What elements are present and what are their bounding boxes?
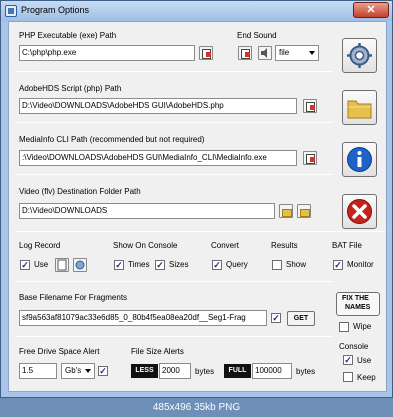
program-options-window: Program Options ✕ PHP Executable (exe) P… [0, 0, 393, 398]
mediainfo-browse-icon[interactable] [303, 151, 317, 165]
sizes-label: Sizes [169, 260, 189, 269]
mediainfo-path-input[interactable]: :\Video\DOWNLOADS\AdobeHDS GUI\MediaInfo… [19, 150, 297, 166]
less-unit-label: bytes [195, 367, 215, 376]
separator [15, 281, 333, 282]
show-on-console-label: Show On Console [113, 241, 178, 250]
mediainfo-path-label: MediaInfo CLI Path (recommended but not … [19, 135, 205, 144]
console-label: Console [339, 342, 369, 351]
query-checkbox[interactable]: ✓ [212, 260, 222, 270]
settings-button[interactable] [342, 38, 377, 73]
end-sound-label: End Sound [237, 31, 277, 40]
log-file-icon[interactable] [55, 258, 69, 272]
fix-names-button[interactable]: FIX THE NAMES [336, 292, 380, 316]
monitor-label: Monitor [347, 260, 374, 269]
base-filename-checkbox[interactable]: ✓ [271, 313, 281, 323]
console-keep-label: Keep [357, 373, 376, 382]
drive-unit-value: Gb's [65, 366, 82, 375]
full-badge: FULL [224, 364, 251, 378]
results-label: Results [271, 241, 298, 250]
less-badge: LESS [131, 364, 158, 378]
times-checkbox[interactable]: ✓ [114, 260, 124, 270]
cancel-button[interactable] [342, 194, 377, 229]
log-use-checkbox[interactable]: ✓ [20, 260, 30, 270]
console-use-label: Use [357, 356, 372, 365]
base-filename-label: Base Filename For Fragments [19, 293, 128, 302]
full-unit-label: bytes [296, 367, 316, 376]
separator [15, 231, 385, 232]
drive-unit-select[interactable]: Gb's [61, 363, 95, 379]
php-path-input[interactable]: C:\php\php.exe [19, 45, 195, 61]
separator [15, 336, 333, 337]
file-size-label: File Size Alerts [131, 347, 184, 356]
separator [15, 122, 333, 123]
log-use-label: Use [34, 260, 49, 269]
convert-label: Convert [211, 241, 240, 250]
close-icon [347, 199, 372, 224]
query-label: Query [226, 260, 248, 269]
fix-names-line2: NAMES [345, 304, 371, 311]
separator [15, 71, 333, 72]
php-path-label: PHP Executable (exe) Path [19, 31, 117, 40]
free-drive-checkbox[interactable]: ✓ [98, 366, 108, 376]
info-icon [347, 147, 372, 172]
chevron-down-icon [85, 369, 91, 373]
info-button[interactable] [342, 142, 377, 177]
console-keep-checkbox[interactable] [343, 372, 353, 382]
end-sound-select[interactable]: file [275, 45, 319, 61]
results-show-checkbox[interactable] [272, 260, 282, 270]
adobehds-path-input[interactable]: D:\Video\DOWNLOADS\AdobeHDS GUI\AdobeHDS… [19, 98, 297, 114]
less-value-input[interactable]: 2000 [159, 363, 191, 379]
folder-browse-icon[interactable] [279, 204, 293, 218]
title-bar: Program Options ✕ [1, 1, 392, 21]
folder-open-icon[interactable] [297, 204, 311, 218]
open-folder-button[interactable] [342, 90, 377, 125]
window-title: Program Options [21, 5, 90, 15]
get-button[interactable]: GET [287, 311, 315, 326]
destination-path-input[interactable]: D:\Video\DOWNLOADS [19, 203, 275, 219]
full-value-input[interactable]: 100000 [252, 363, 292, 379]
sound-browse-icon[interactable] [238, 46, 252, 60]
php-browse-icon[interactable] [199, 46, 213, 60]
monitor-checkbox[interactable]: ✓ [333, 260, 343, 270]
gear-icon [347, 43, 372, 68]
sizes-checkbox[interactable]: ✓ [155, 260, 165, 270]
times-label: Times [128, 260, 150, 269]
console-use-checkbox[interactable]: ✓ [343, 355, 353, 365]
log-view-icon[interactable] [73, 258, 87, 272]
wipe-checkbox[interactable] [339, 322, 349, 332]
options-panel: PHP Executable (exe) Path C:\php\php.exe… [8, 21, 387, 392]
adobehds-path-label: AdobeHDS Script (php) Path [19, 84, 122, 93]
image-info-bar: 485x496 35kb PNG [0, 398, 393, 417]
destination-path-label: Video (flv) Destination Folder Path [19, 187, 141, 196]
separator [15, 174, 333, 175]
window-close-button[interactable]: ✕ [353, 2, 389, 18]
free-drive-label: Free Drive Space Alert [19, 347, 100, 356]
fix-names-line1: FIX THE [342, 295, 369, 302]
log-record-label: Log Record [19, 241, 61, 250]
wipe-label: Wipe [353, 322, 372, 331]
base-filename-input[interactable]: sf9a563af81079ac33e6d85_0_80b4f5ea08ea20… [19, 310, 267, 326]
free-drive-input[interactable]: 1.5 [19, 363, 57, 379]
speaker-icon[interactable] [258, 46, 272, 60]
folder-icon [347, 100, 372, 119]
adobehds-browse-icon[interactable] [303, 99, 317, 113]
results-show-label: Show [286, 260, 307, 269]
end-sound-select-value: file [279, 48, 290, 57]
app-icon [5, 5, 17, 17]
chevron-down-icon [309, 51, 315, 55]
bat-file-label: BAT File [332, 241, 362, 250]
